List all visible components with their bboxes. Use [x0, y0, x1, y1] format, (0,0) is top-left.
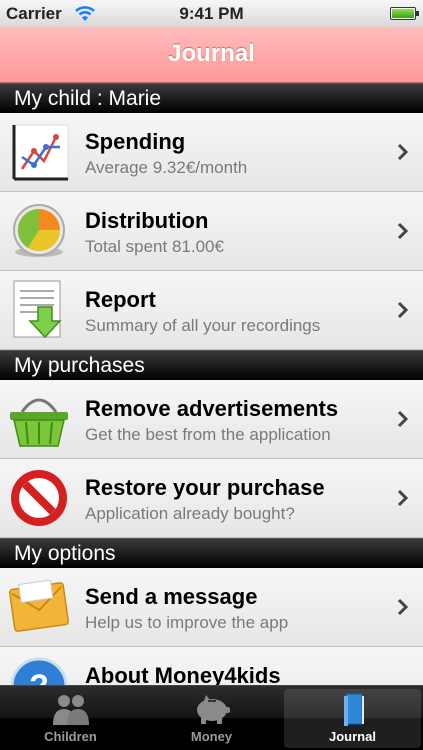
- book-icon: [343, 693, 364, 726]
- distribution-title: Distribution: [85, 208, 209, 233]
- send-message-row[interactable]: Send a message Help us to improve the ap…: [0, 568, 423, 647]
- navigation-bar: Journal: [0, 27, 423, 83]
- distribution-row[interactable]: Distribution Total spent 81.00€: [0, 192, 423, 271]
- restore-purchase-row[interactable]: Restore your purchase Application alread…: [0, 459, 423, 538]
- clock: 9:41 PM: [179, 4, 244, 23]
- report-title: Report: [85, 287, 156, 312]
- page-title: Journal: [168, 40, 255, 67]
- shopping-basket-icon: [10, 398, 68, 447]
- piggy-bank-icon: [196, 695, 230, 724]
- section-header-my-options: My options: [0, 538, 423, 568]
- chevron-right-icon: [397, 489, 409, 507]
- tab-money[interactable]: Money: [143, 689, 280, 748]
- report-subtitle: Summary of all your recordings: [85, 316, 321, 335]
- tab-bar: Children Money Journal: [0, 685, 423, 750]
- distribution-subtitle: Total spent 81.00€: [85, 237, 224, 256]
- restore-purchase-title: Restore your purchase: [85, 475, 325, 500]
- spending-subtitle: Average 9.32€/month: [85, 158, 248, 177]
- about-row[interactable]: ? About Money4kids: [0, 647, 423, 685]
- spending-title: Spending: [85, 129, 186, 154]
- report-download-icon: [13, 280, 62, 339]
- help-icon: ?: [10, 657, 68, 685]
- svg-text:?: ?: [29, 668, 49, 685]
- status-bar: Carrier 9:41 PM: [0, 0, 423, 27]
- people-icon: [52, 695, 89, 725]
- section-header-my-child: My child : Marie: [0, 83, 423, 113]
- chevron-right-icon: [397, 410, 409, 428]
- chevron-right-icon: [397, 598, 409, 616]
- restore-purchase-subtitle: Application already bought?: [85, 504, 295, 523]
- tab-journal[interactable]: Journal: [284, 689, 421, 748]
- tab-money-label: Money: [190, 729, 233, 744]
- pie-chart-icon: [13, 204, 65, 257]
- chevron-right-icon: [397, 143, 409, 161]
- line-chart-icon: [12, 124, 69, 181]
- chevron-right-icon: [397, 301, 409, 319]
- envelope-icon: [8, 579, 70, 632]
- tab-children-label: Children: [44, 729, 97, 744]
- send-message-subtitle: Help us to improve the app: [85, 613, 289, 632]
- journal-table[interactable]: My child : Marie Spending Average 9.32€/…: [0, 83, 423, 685]
- chevron-right-icon: [397, 222, 409, 240]
- tab-journal-label: Journal: [329, 729, 376, 744]
- remove-ads-row[interactable]: Remove advertisements Get the best from …: [0, 380, 423, 459]
- spending-row[interactable]: Spending Average 9.32€/month: [0, 113, 423, 192]
- tab-children[interactable]: Children: [2, 689, 139, 748]
- section-header-my-purchases: My purchases: [0, 350, 423, 380]
- battery-icon: [390, 7, 419, 20]
- prohibited-icon: [11, 470, 67, 526]
- remove-ads-subtitle: Get the best from the application: [85, 425, 331, 444]
- send-message-title: Send a message: [85, 584, 258, 609]
- report-row[interactable]: Report Summary of all your recordings: [0, 271, 423, 350]
- about-title: About Money4kids: [85, 663, 281, 685]
- remove-ads-title: Remove advertisements: [85, 396, 339, 421]
